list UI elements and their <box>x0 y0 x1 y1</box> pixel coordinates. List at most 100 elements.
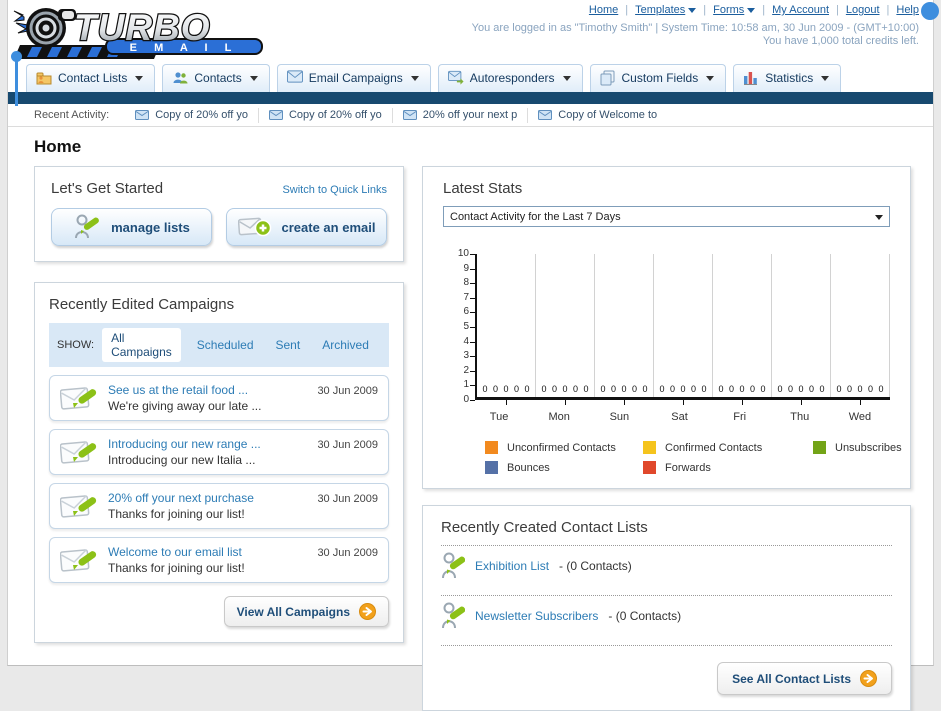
chart-legend: Unconfirmed Contacts Confirmed Contacts Un… <box>485 441 902 474</box>
show-label: SHOW: <box>57 339 95 351</box>
turbo-email-logo[interactable]: E M A I L TURBO <box>10 3 272 66</box>
main-nav: Contact Lists Contacts Email Campaigns Auto… <box>8 64 933 92</box>
tab-contact-lists[interactable]: Contact Lists <box>26 64 156 92</box>
bar-value: 0 <box>659 384 665 394</box>
campaign-date: 30 Jun 2009 <box>317 547 378 559</box>
folder-icon <box>36 70 52 86</box>
envelope-icon <box>286 70 303 86</box>
stats-dropdown[interactable]: Contact Activity for the Last 7 Days <box>443 206 890 227</box>
chart-group-mon: 00000 <box>536 254 595 405</box>
chevron-down-icon <box>706 75 715 81</box>
chevron-down-icon <box>410 75 419 81</box>
recent-activity-item[interactable]: 20% off your next p <box>393 107 529 123</box>
contact-list-link[interactable]: Newsletter Subscribers <box>475 609 598 623</box>
switch-quick-links[interactable]: Switch to Quick Links <box>282 184 387 196</box>
bar-value: 0 <box>739 384 745 394</box>
campaign-title-link[interactable]: See us at the retail food ... <box>108 383 307 397</box>
contact-lists-title: Recently Created Contact Lists <box>441 519 648 536</box>
bar-value-labels: 00000 <box>831 384 889 394</box>
tab-email-campaigns[interactable]: Email Campaigns <box>276 64 431 92</box>
top-link-forms[interactable]: Forms <box>713 4 756 16</box>
bar-value: 0 <box>631 384 637 394</box>
create-email-button[interactable]: create an email <box>226 208 387 246</box>
bar-value: 0 <box>819 384 825 394</box>
y-tick-label: 10 <box>457 248 469 259</box>
contacts-icon <box>172 70 188 86</box>
top-link-help[interactable]: Help <box>896 4 919 16</box>
legend-item-bounces: Bounces <box>485 461 643 474</box>
y-tick-mark <box>470 283 475 285</box>
recent-activity-item[interactable]: Copy of 20% off yo <box>259 107 393 123</box>
bar-value-labels: 00000 <box>772 384 830 394</box>
x-tick-label: Thu <box>790 411 810 423</box>
contact-list-link[interactable]: Exhibition List <box>475 559 549 573</box>
filter-archived[interactable]: Archived <box>320 335 371 355</box>
manage-lists-button[interactable]: manage lists <box>51 208 212 246</box>
campaign-title-link[interactable]: 20% off your next purchase <box>108 491 307 505</box>
recent-activity-items: Copy of 20% off yo Copy of 20% off yo 20% … <box>125 107 667 123</box>
campaign-card[interactable]: See us at the retail food ... We're givin… <box>49 375 389 421</box>
y-tick-label: 6 <box>463 306 469 318</box>
bar-value: 0 <box>787 384 793 394</box>
contact-list-item[interactable]: Newsletter Subscribers - (0 Contacts) <box>441 596 892 636</box>
x-tick-label: Tue <box>489 411 509 423</box>
autoresponder-icon <box>447 70 464 86</box>
filter-sent[interactable]: Sent <box>274 335 303 355</box>
legend-swatch <box>643 461 656 474</box>
bar-value: 0 <box>572 384 578 394</box>
top-link-home[interactable]: Home <box>589 4 618 16</box>
legend-swatch <box>485 441 498 454</box>
recent-activity-item[interactable]: Copy of 20% off yo <box>125 107 259 123</box>
bar-value: 0 <box>808 384 814 394</box>
y-tick-mark <box>470 356 475 358</box>
bar-value: 0 <box>541 384 547 394</box>
filter-all-campaigns[interactable]: All Campaigns <box>102 328 181 362</box>
campaign-title-link[interactable]: Welcome to our email list <box>108 545 307 559</box>
tab-autoresponders[interactable]: Autoresponders <box>437 64 583 92</box>
y-tick-mark <box>470 341 475 343</box>
bar-value: 0 <box>777 384 783 394</box>
chevron-down-icon <box>875 215 883 220</box>
top-link-templates[interactable]: Templates <box>635 4 697 16</box>
recent-activity-item-label: 20% off your next p <box>422 109 518 121</box>
contact-lists-panel: Recently Created Contact Lists Exhibitio… <box>422 505 911 711</box>
recent-activity-item-label: Copy of Welcome to <box>558 109 658 121</box>
tab-label: Autoresponders <box>469 71 555 85</box>
contact-list-item[interactable]: Exhibition List - (0 Contacts) <box>441 546 892 586</box>
y-tick-label: 8 <box>463 277 469 289</box>
campaign-filter-bar: SHOW: All Campaigns Scheduled Sent Archived <box>49 323 389 367</box>
bar-value: 0 <box>701 384 707 394</box>
campaign-card[interactable]: Welcome to our email list Thanks for join… <box>49 537 389 583</box>
see-all-contact-lists-button[interactable]: See All Contact Lists <box>717 662 892 695</box>
bar-value-labels: 00000 <box>477 384 535 394</box>
campaign-title-link[interactable]: Introducing our new range ... <box>108 437 307 451</box>
tab-label: Custom Fields <box>621 71 699 85</box>
tab-custom-fields[interactable]: Custom Fields <box>589 64 727 92</box>
bar-value: 0 <box>749 384 755 394</box>
top-nav-links: Home | Templates | Forms | My Account | Logout | H… <box>588 4 919 16</box>
filter-scheduled[interactable]: Scheduled <box>195 335 256 355</box>
recent-activity-item[interactable]: Copy of Welcome to <box>528 108 667 123</box>
bar-value-labels: 00000 <box>654 384 712 394</box>
envelope-small-icon <box>402 110 417 120</box>
tab-contacts[interactable]: Contacts <box>162 64 270 92</box>
tab-statistics[interactable]: Statistics <box>733 64 842 92</box>
page-title: Home <box>34 137 82 156</box>
person-pencil-icon <box>73 214 101 240</box>
top-link-my-account[interactable]: My Account <box>772 4 829 16</box>
view-all-campaigns-button[interactable]: View All Campaigns <box>223 596 389 627</box>
bar-value: 0 <box>867 384 873 394</box>
chart-group-tue: 00000 <box>477 254 536 405</box>
see-all-contact-lists-label: See All Contact Lists <box>732 671 851 686</box>
y-tick-label: 7 <box>463 291 469 303</box>
y-tick-mark <box>470 268 475 270</box>
pages-icon <box>600 70 616 86</box>
help-bubble-icon[interactable] <box>921 2 939 20</box>
bar-value: 0 <box>513 384 519 394</box>
campaign-card[interactable]: 20% off your next purchase Thanks for joi… <box>49 483 389 529</box>
campaign-card[interactable]: Introducing our new range ... Introducing… <box>49 429 389 475</box>
y-tick-mark <box>470 297 475 299</box>
contact-list-items: Exhibition List - (0 Contacts) Newsletter … <box>441 546 892 646</box>
manage-lists-label: manage lists <box>111 219 190 235</box>
top-link-logout[interactable]: Logout <box>846 4 880 16</box>
